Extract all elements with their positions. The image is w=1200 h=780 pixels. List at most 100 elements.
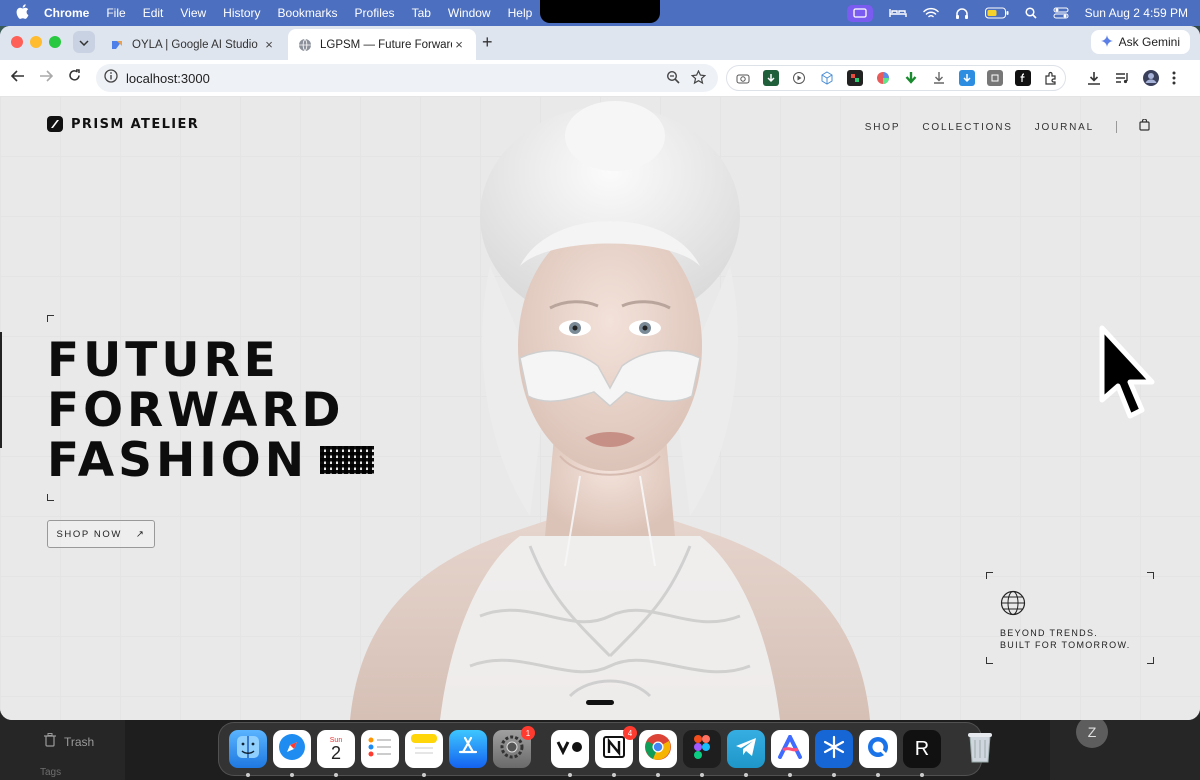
dock-vo-app[interactable] xyxy=(551,730,589,777)
nav-shop[interactable]: SHOP xyxy=(865,122,901,133)
forward-button[interactable] xyxy=(37,69,55,87)
menu-view[interactable]: View xyxy=(180,6,206,20)
new-tab-button[interactable]: + xyxy=(482,32,493,53)
menu-tab[interactable]: Tab xyxy=(412,6,431,20)
dock-notion[interactable]: 4 xyxy=(595,726,637,777)
dock-app-store[interactable] xyxy=(449,730,487,768)
dock-calendar[interactable]: Sun 2 xyxy=(317,730,355,777)
close-tab-icon[interactable]: × xyxy=(452,37,466,52)
control-center-icon[interactable] xyxy=(1053,7,1069,19)
video-extension-icon[interactable] xyxy=(791,70,807,86)
menubar-clock[interactable]: Sun Aug 2 4:59 PM xyxy=(1085,6,1188,20)
download-extension-icon[interactable] xyxy=(931,70,947,86)
brand-name: PRISM ATELIER xyxy=(71,116,200,132)
dock-notes[interactable] xyxy=(405,730,443,777)
running-indicator xyxy=(334,773,338,777)
shopping-bag-icon[interactable] xyxy=(1139,118,1150,136)
wifi-icon[interactable] xyxy=(922,7,939,19)
hero-line-3-wrap: FASHION xyxy=(47,436,375,486)
dock-figma[interactable] xyxy=(683,730,721,777)
tab-strip: OYLA | Google AI Studio × LGPSM — Future… xyxy=(0,26,1200,60)
nav-journal[interactable]: JOURNAL xyxy=(1035,122,1094,133)
zoom-window-button[interactable] xyxy=(49,36,61,48)
arrow-up-right-icon: ↗ xyxy=(135,528,146,540)
menu-app-chrome[interactable]: Chrome xyxy=(44,6,89,20)
site-info-icon[interactable] xyxy=(104,68,118,88)
pixel-extension-icon[interactable] xyxy=(847,70,863,86)
menu-edit[interactable]: Edit xyxy=(143,6,164,20)
shop-now-label: SHOP NOW xyxy=(56,528,122,540)
chevron-down-icon xyxy=(79,33,89,51)
minimize-window-button[interactable] xyxy=(30,36,42,48)
tab-lgpsm-active[interactable]: LGPSM — Future Forward Fas × xyxy=(288,29,476,60)
bookmark-star-icon[interactable] xyxy=(690,69,707,90)
dock: Sun 2 1 4 R xyxy=(218,722,992,777)
tab-google-ai-studio[interactable]: OYLA | Google AI Studio × xyxy=(100,29,286,60)
brand-logo[interactable]: PRISM ATELIER xyxy=(47,116,199,132)
dock-system-settings[interactable]: 1 xyxy=(493,726,535,768)
camera-extension-icon[interactable] xyxy=(735,70,751,86)
media-controls-icon[interactable] xyxy=(1114,70,1130,91)
dock-telegram[interactable] xyxy=(727,730,765,777)
menu-history[interactable]: History xyxy=(223,6,260,20)
downloads-icon[interactable] xyxy=(1086,70,1102,91)
corner-bracket-bottom-left xyxy=(47,494,54,501)
puzzle-extensions-icon[interactable] xyxy=(1043,70,1059,86)
zoom-magnifier-icon[interactable] xyxy=(666,70,680,89)
ask-gemini-button[interactable]: Ask Gemini xyxy=(1090,30,1190,54)
color-wheel-extension-icon[interactable] xyxy=(875,70,891,86)
running-indicator xyxy=(246,773,250,777)
dock-q-app[interactable] xyxy=(859,730,897,777)
close-window-button[interactable] xyxy=(11,36,23,48)
scroll-indicator[interactable] xyxy=(586,700,614,705)
arrow-down-extension-icon[interactable] xyxy=(903,70,919,86)
shop-now-button[interactable]: SHOP NOW ↗ xyxy=(47,520,155,548)
close-tab-icon[interactable]: × xyxy=(262,37,276,52)
sidebar-item-trash[interactable]: Trash xyxy=(44,733,94,750)
profile-avatar-icon[interactable] xyxy=(1142,69,1160,92)
download-green-extension-icon[interactable] xyxy=(763,70,779,86)
browser-toolbar: localhost:3000 xyxy=(0,60,1200,96)
dock-r-app[interactable]: R xyxy=(903,730,941,777)
dock-snowflake-app[interactable] xyxy=(815,730,853,777)
chrome-icon xyxy=(643,732,673,767)
safari-compass-icon xyxy=(277,732,307,767)
dock-finder[interactable] xyxy=(229,730,267,777)
menu-profiles[interactable]: Profiles xyxy=(355,6,395,20)
running-indicator xyxy=(744,773,748,777)
cube-extension-icon[interactable] xyxy=(819,70,835,86)
menu-help[interactable]: Help xyxy=(508,6,533,20)
nav-collections[interactable]: COLLECTIONS xyxy=(922,122,1012,133)
tab-search-button[interactable] xyxy=(73,31,95,53)
menu-file[interactable]: File xyxy=(106,6,125,20)
address-bar[interactable]: localhost:3000 xyxy=(96,64,718,92)
corner-bracket xyxy=(986,657,993,664)
pixel-pattern-icon xyxy=(320,446,375,474)
dock-reminders[interactable] xyxy=(361,730,399,768)
font-extension-icon[interactable] xyxy=(1015,70,1031,86)
apple-icon[interactable] xyxy=(16,4,30,22)
bed-icon[interactable] xyxy=(888,7,907,19)
more-menu-icon[interactable] xyxy=(1172,70,1176,91)
dock-trash[interactable] xyxy=(961,730,999,768)
zoom-chip[interactable]: Z xyxy=(1076,716,1108,748)
finder-icon xyxy=(235,734,261,765)
figma-icon xyxy=(693,734,711,765)
search-icon[interactable] xyxy=(1025,7,1037,19)
reader-extension-icon[interactable] xyxy=(987,70,1003,86)
back-button[interactable] xyxy=(9,69,27,87)
arrow-left-icon xyxy=(10,69,25,87)
dock-safari[interactable] xyxy=(273,730,311,777)
menu-bookmarks[interactable]: Bookmarks xyxy=(278,6,338,20)
ai-studio-favicon-icon xyxy=(110,38,124,52)
battery-icon[interactable] xyxy=(984,7,1009,19)
headphones-icon[interactable] xyxy=(955,7,969,20)
dock-chrome[interactable] xyxy=(639,730,677,777)
menu-window[interactable]: Window xyxy=(448,6,491,20)
r-app-letter: R xyxy=(914,737,930,760)
screen-record-icon[interactable] xyxy=(846,4,873,22)
dock-arc-app[interactable] xyxy=(771,730,809,777)
download-blue-extension-icon[interactable] xyxy=(959,70,975,86)
reload-button[interactable] xyxy=(65,69,83,87)
nav-divider xyxy=(1116,121,1117,133)
